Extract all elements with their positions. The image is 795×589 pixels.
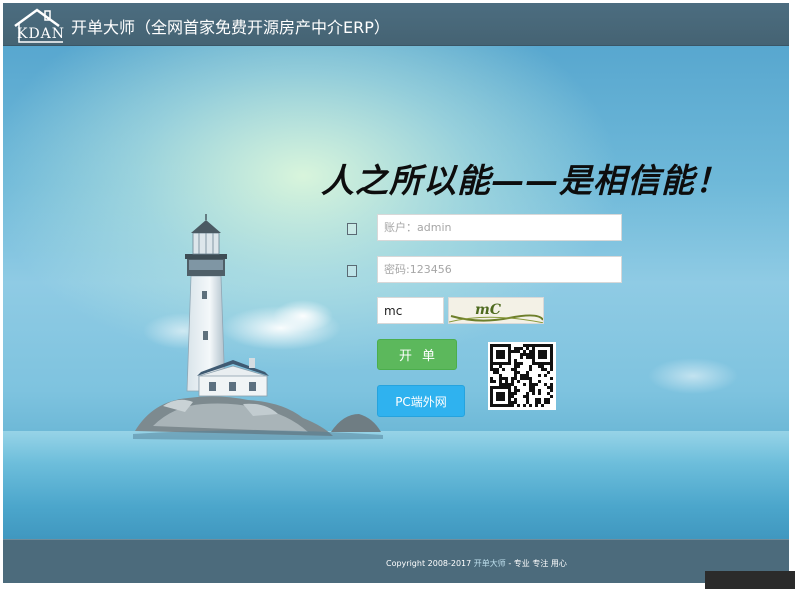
- captcha-image[interactable]: mC: [448, 297, 544, 324]
- lighthouse: [185, 214, 227, 392]
- login-page: KDAN 开单大师（全网首家免费开源房产中介ERP） 人之所以能——是相信能！ …: [3, 3, 789, 583]
- cloud: [648, 358, 738, 394]
- rock-island: [133, 396, 383, 440]
- login-button[interactable]: 开单: [377, 339, 457, 370]
- login-main: 人之所以能——是相信能！ mC 开单 PC端外网: [3, 46, 789, 539]
- username-input[interactable]: [377, 214, 622, 241]
- copyright-prefix: Copyright 2008-2017: [386, 559, 472, 568]
- hero-slogan: 人之所以能——是相信能！: [321, 161, 729, 200]
- cloud: [273, 300, 333, 332]
- captcha-text: mC: [475, 302, 501, 318]
- logo-text: KDAN: [17, 26, 66, 42]
- kdan-logo: KDAN: [11, 6, 67, 44]
- user-icon: [347, 223, 357, 235]
- footer-tagline: - 专业 专注 用心: [508, 559, 567, 568]
- captcha-input[interactable]: [377, 297, 444, 324]
- page-footer: Copyright 2008-2017 开单大师 - 专业 专注 用心: [3, 539, 789, 583]
- app-title: 开单大师（全网首家免费开源房产中介ERP）: [71, 18, 390, 37]
- pc-external-button[interactable]: PC端外网: [377, 385, 465, 417]
- top-header: KDAN 开单大师（全网首家免费开源房产中介ERP）: [3, 3, 789, 46]
- lock-icon: [347, 265, 357, 277]
- password-input[interactable]: [377, 256, 622, 283]
- qr-code-icon: [488, 342, 556, 410]
- lighthouse-scene: [133, 214, 738, 440]
- taskbar-fragment: [705, 571, 795, 589]
- footer-brand-link[interactable]: 开单大师: [474, 559, 506, 568]
- copyright-text: Copyright 2008-2017 开单大师 - 专业 专注 用心: [386, 558, 567, 569]
